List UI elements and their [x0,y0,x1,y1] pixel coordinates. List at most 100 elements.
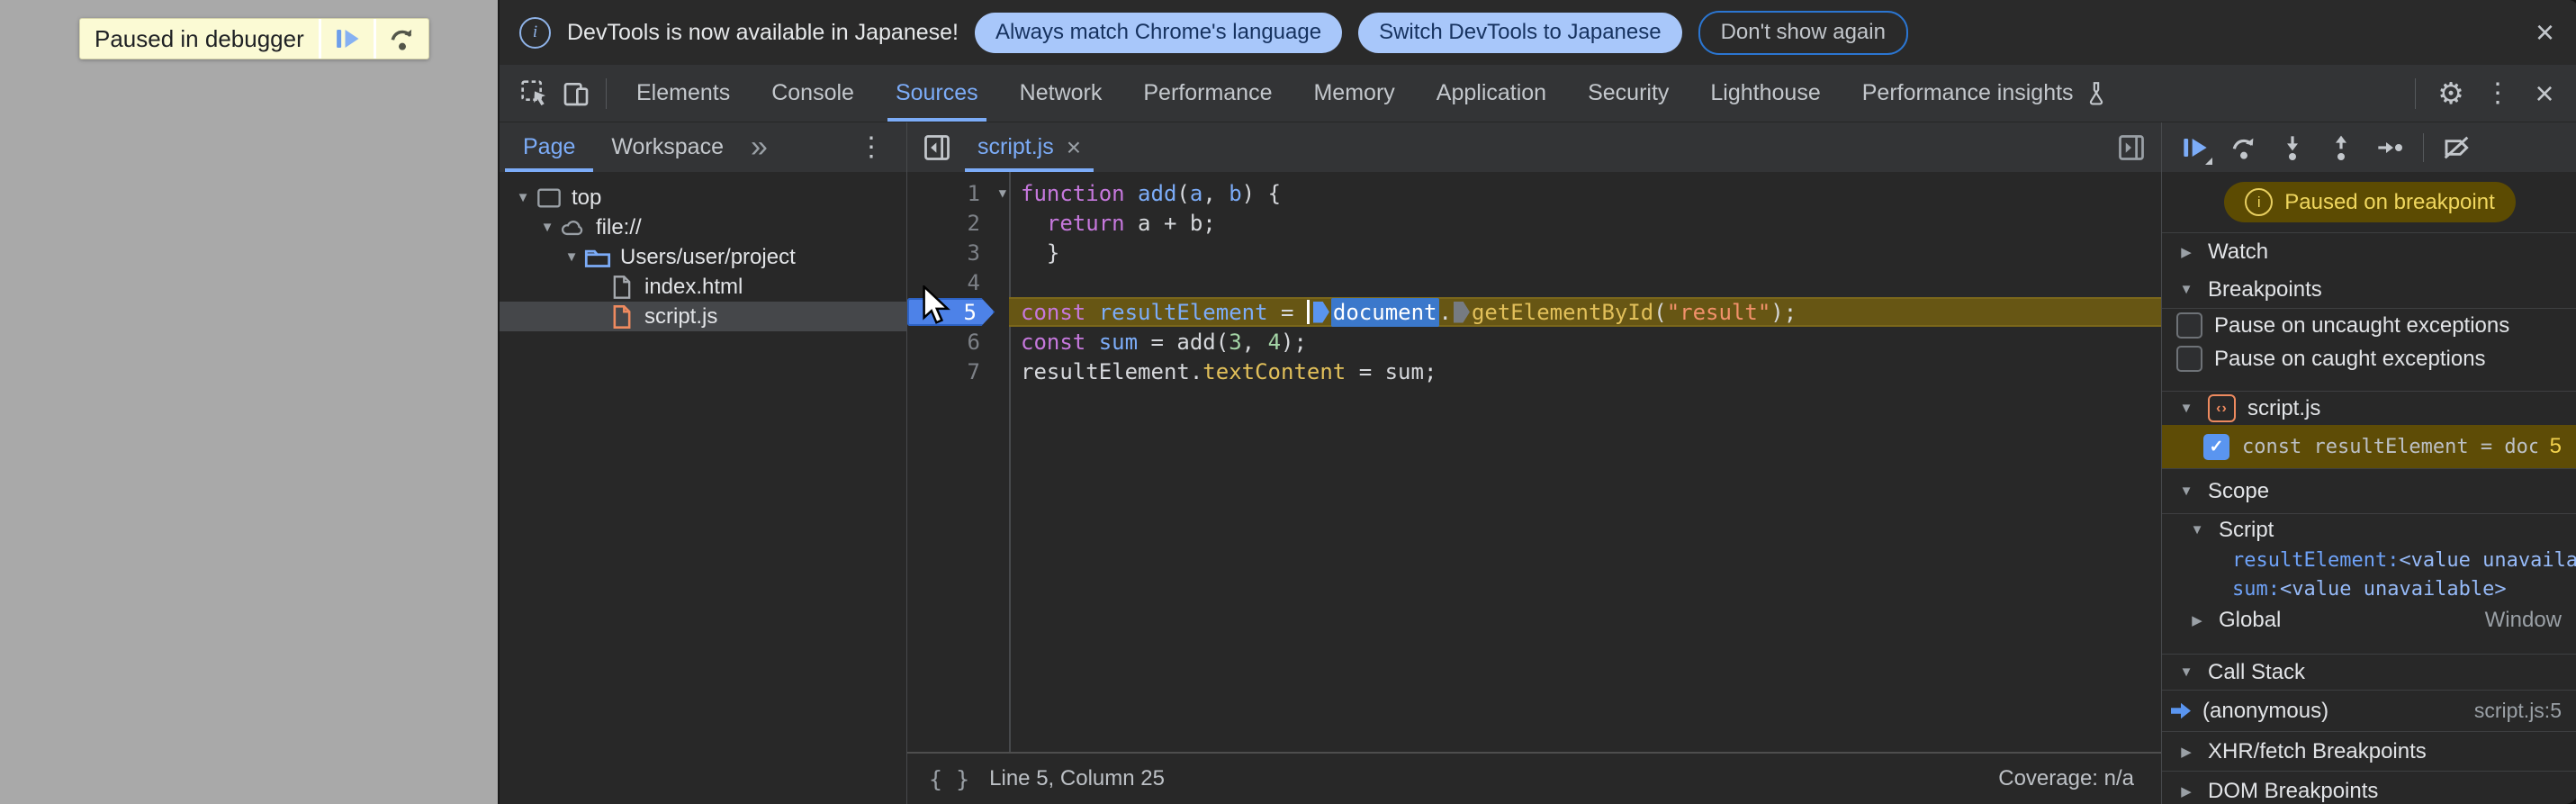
infobar-close-icon[interactable]: × [2535,16,2554,49]
devtools-close-icon[interactable]: × [2524,73,2565,114]
code-text[interactable]: function add(a, b) { [1009,178,2161,208]
step-out-button[interactable] [2320,127,2362,168]
gutter-cell[interactable]: 1 ▼ [907,178,1009,208]
gutter-cell[interactable]: 7 [907,357,1009,386]
line-number[interactable]: 3 [907,240,1009,266]
breakpoint-group-script-js[interactable]: ▼ ‹› script.js [2162,391,2576,425]
section-dom-breakpoints[interactable]: ▶ DOM Breakpoints [2162,771,2576,804]
hide-debugger-sidebar-icon[interactable] [2109,127,2154,168]
line-number[interactable]: 5 [907,300,1009,325]
tree-item-project-folder[interactable]: ▼ Users/user/project [500,242,906,272]
tab-sources[interactable]: Sources [875,65,999,122]
code-text[interactable]: const resultElement = document. getElemen… [1009,297,2161,327]
pause-uncaught-row[interactable]: Pause on uncaught exceptions [2162,308,2576,342]
continue-to-here-marker[interactable] [1453,301,1470,323]
navigator-pane: Page Workspace » ⋮ ▼ top ▼ file:// ▼ Use… [500,122,907,804]
gutter-cell[interactable]: 3 [907,238,1009,267]
gutter-cell[interactable]: 4 [907,267,1009,297]
section-xhr-breakpoints[interactable]: ▶ XHR/fetch Breakpoints [2162,731,2576,771]
tree-item-script-js[interactable]: script.js [500,302,906,331]
line-number[interactable]: 2 [907,211,1009,236]
chevron-down-icon: ▼ [2190,522,2204,538]
tree-item-top[interactable]: ▼ top [500,183,906,212]
more-options-icon[interactable]: ⋮ [2477,73,2518,114]
tab-performance-insights[interactable]: Performance insights [1842,65,2129,122]
tab-network[interactable]: Network [999,65,1123,122]
editor-tab-script-js[interactable]: script.js × [959,122,1099,172]
code-token: ( [1653,299,1667,325]
hide-navigator-icon[interactable] [914,127,959,168]
tab-elements[interactable]: Elements [616,65,751,122]
code-text[interactable]: const sum = add(3, 4); [1009,327,2161,357]
settings-gear-icon[interactable]: ⚙ [2430,73,2472,114]
fold-caret-icon[interactable]: ▼ [999,186,1006,201]
tab-lighthouse[interactable]: Lighthouse [1689,65,1841,122]
tab-memory[interactable]: Memory [1293,65,1415,122]
tree-item-index-html[interactable]: index.html [500,272,906,302]
scope-script-group[interactable]: ▼ Script [2162,513,2576,546]
inspect-element-icon[interactable] [514,73,555,114]
navigator-tab-workspace[interactable]: Workspace [593,122,742,172]
section-scope[interactable]: ▼ Scope [2162,468,2576,513]
scope-global-group[interactable]: ▶ Global Window [2162,603,2576,637]
always-match-language-button[interactable]: Always match Chrome's language [974,12,1343,53]
chevron-down-icon[interactable]: ▼ [561,249,582,265]
gutter-cell[interactable]: 2 [907,208,1009,238]
step-over-button[interactable] [2223,127,2265,168]
checkbox-unchecked[interactable] [2176,346,2202,372]
navigator-tab-page[interactable]: Page [505,122,594,172]
line-number[interactable]: 4 [907,270,1009,295]
code-text[interactable]: resultElement. textContent = sum; [1009,357,2161,386]
checkbox-unchecked[interactable] [2176,312,2202,339]
code-token: sum [1098,329,1139,355]
resume-button[interactable] [2175,127,2216,168]
code-token: a [1189,180,1203,206]
chevron-down-icon[interactable]: ▼ [512,190,534,205]
section-watch[interactable]: ▶ Watch [2162,232,2576,271]
tree-item-file-protocol[interactable]: ▼ file:// [500,212,906,242]
gutter-cell[interactable]: 5 [907,297,1009,327]
breakpoint-entry[interactable]: ✓ const resultElement = doc⋯ 5 [2162,425,2576,468]
editor-tab-label: script.js [977,134,1054,159]
scope-variable[interactable]: resultElement: <value unavailable> [2162,546,2576,574]
pause-caught-row[interactable]: Pause on caught exceptions [2162,342,2576,375]
line-number[interactable]: 6 [907,330,1009,355]
close-tab-icon[interactable]: × [1067,133,1081,162]
tab-console[interactable]: Console [751,65,875,122]
checkbox-checked[interactable]: ✓ [2203,433,2229,460]
scope-variable[interactable]: sum: <value unavailable> [2162,574,2576,603]
device-toolbar-icon[interactable] [555,73,597,114]
tab-security[interactable]: Security [1567,65,1689,122]
gutter-cell[interactable]: 6 [907,327,1009,357]
switch-devtools-japanese-button[interactable]: Switch DevTools to Japanese [1358,12,1682,53]
step-over-button-banner[interactable] [373,19,428,59]
step-into-button[interactable] [2272,127,2313,168]
line-number[interactable]: 1 [907,181,1009,206]
chevron-down-icon[interactable]: ▼ [536,220,558,235]
file-icon [608,275,635,300]
variable-name: sum [2232,577,2268,601]
more-tabs-icon[interactable]: » [742,130,777,165]
section-label: XHR/fetch Breakpoints [2208,738,2427,763]
section-breakpoints[interactable]: ▼ Breakpoints [2162,271,2576,308]
dont-show-again-button[interactable]: Don't show again [1698,10,1908,55]
call-stack-frame[interactable]: (anonymous) script.js:5 [2162,690,2576,731]
chevron-right-icon: ▶ [2181,744,2192,760]
section-call-stack[interactable]: ▼ Call Stack [2162,654,2576,690]
continue-to-here-marker[interactable] [1312,301,1329,323]
deactivate-breakpoints-icon[interactable] [2436,127,2478,168]
resume-script-button[interactable] [318,19,374,59]
code-text[interactable]: } [1009,238,2161,267]
chevron-right-icon: ▶ [2181,245,2192,260]
step-button[interactable] [2369,127,2410,168]
code-text[interactable]: return a + b; [1009,208,2161,238]
code-text[interactable] [1009,267,2161,297]
navigator-menu-icon[interactable]: ⋮ [858,131,885,163]
frame-name: (anonymous) [2202,698,2329,723]
tab-application[interactable]: Application [1416,65,1567,122]
tab-performance[interactable]: Performance [1122,65,1293,122]
pretty-print-icon[interactable]: { } [929,766,969,792]
line-number[interactable]: 7 [907,359,1009,384]
code-editor[interactable]: 1 ▼ function add(a, b) {2 return a + b; 3 }… [907,172,2161,752]
